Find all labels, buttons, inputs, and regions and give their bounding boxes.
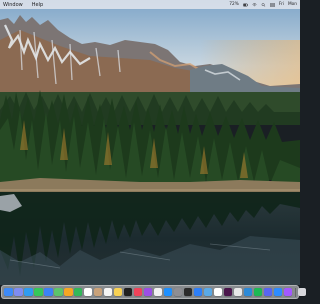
dock-app-podcasts-icon[interactable] bbox=[143, 287, 153, 297]
dock-app-preview-icon[interactable] bbox=[203, 287, 213, 297]
dock-separator bbox=[294, 287, 296, 297]
menu-bar: Window Help 72% Fri Mon bbox=[0, 0, 300, 9]
desktop-wallpaper bbox=[0, 0, 300, 300]
dock-app-xcode-icon[interactable] bbox=[193, 287, 203, 297]
dock-app-tv-icon[interactable] bbox=[123, 287, 133, 297]
dock-app-music-icon[interactable] bbox=[133, 287, 143, 297]
dock-app-notes-icon[interactable] bbox=[113, 287, 123, 297]
dock-app-messages-icon[interactable] bbox=[33, 287, 43, 297]
dock-app-safari-icon[interactable] bbox=[23, 287, 33, 297]
dock-app-finder-icon[interactable] bbox=[4, 287, 13, 297]
dock-app-photos-icon[interactable] bbox=[63, 287, 73, 297]
dock bbox=[1, 285, 307, 299]
control-center-icon[interactable] bbox=[269, 2, 275, 7]
dock-app-vscode-icon[interactable] bbox=[243, 287, 253, 297]
dock-app-discord-icon[interactable] bbox=[263, 287, 273, 297]
dock-app-notion-icon[interactable] bbox=[213, 287, 223, 297]
dock-app-app-store-icon[interactable] bbox=[163, 287, 173, 297]
dock-app-slack-icon[interactable] bbox=[223, 287, 233, 297]
dock-app-terminal-icon[interactable] bbox=[183, 287, 193, 297]
dock-app-spotify-icon[interactable] bbox=[253, 287, 263, 297]
dock-app-news-icon[interactable] bbox=[153, 287, 163, 297]
search-icon[interactable] bbox=[261, 2, 266, 7]
dock-app-calendar-icon[interactable] bbox=[83, 287, 93, 297]
dock-app-chrome-icon[interactable] bbox=[233, 287, 243, 297]
dock-app-system-settings-icon[interactable] bbox=[173, 287, 183, 297]
dock-app-launchpad-icon[interactable] bbox=[13, 287, 23, 297]
dock-app-reminders-icon[interactable] bbox=[103, 287, 113, 297]
battery-percent: 72% bbox=[229, 2, 239, 7]
menu-status-a[interactable]: Fri bbox=[279, 2, 284, 7]
dock-app-mail-icon[interactable] bbox=[43, 287, 53, 297]
dock-app-figma-icon[interactable] bbox=[283, 287, 293, 297]
wifi-icon[interactable] bbox=[252, 2, 257, 7]
menu-status-b[interactable]: Mon bbox=[288, 2, 297, 7]
wallpaper-image bbox=[0, 0, 300, 285]
menu-window[interactable]: Window bbox=[3, 2, 23, 8]
dock-app-trash-icon[interactable] bbox=[297, 287, 307, 297]
dock-app-facetime-icon[interactable] bbox=[73, 287, 83, 297]
dock-app-maps-icon[interactable] bbox=[53, 287, 63, 297]
battery-icon[interactable] bbox=[242, 3, 248, 7]
dock-app-contacts-icon[interactable] bbox=[93, 287, 103, 297]
dock-app-zoom-icon[interactable] bbox=[273, 287, 283, 297]
menu-help[interactable]: Help bbox=[32, 2, 43, 8]
